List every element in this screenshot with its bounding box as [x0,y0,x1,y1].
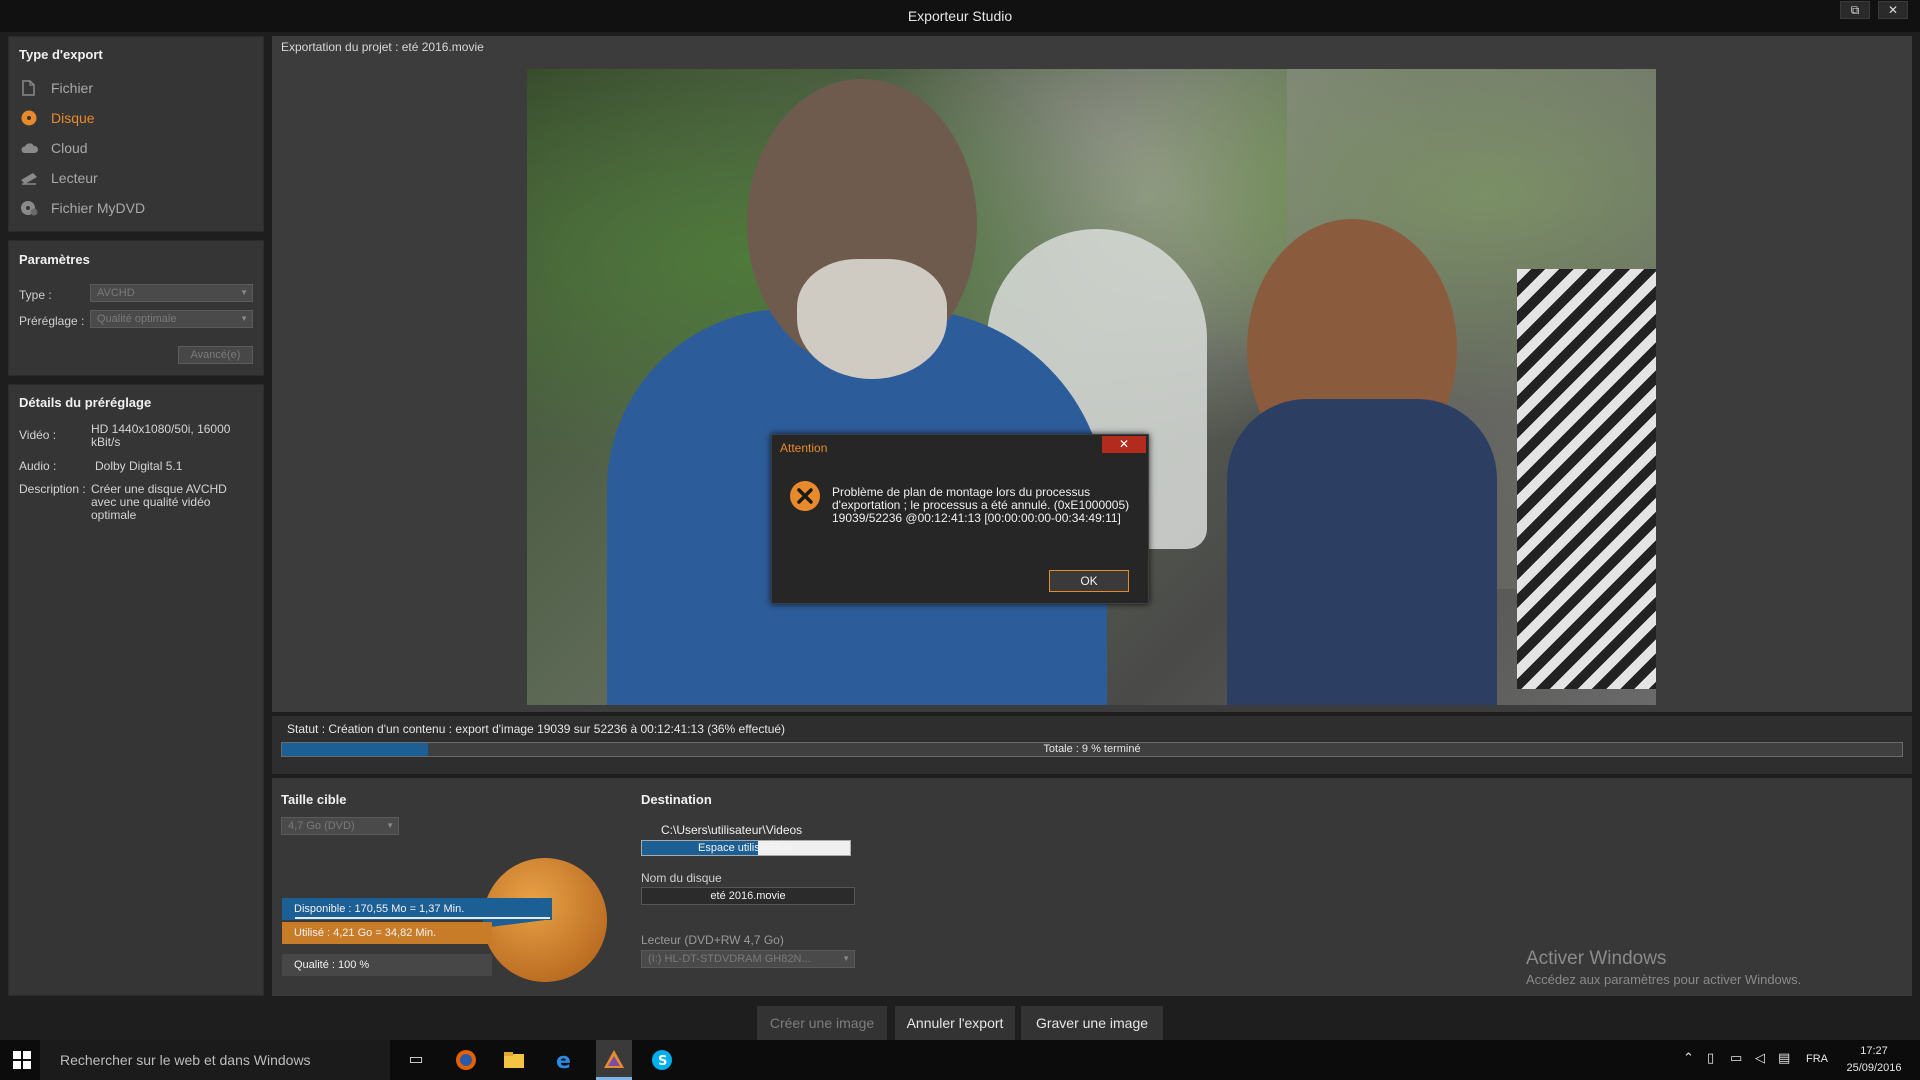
window-title: Exporteur Studio [907,8,1013,24]
dialog-title: Attention [780,441,828,455]
nav-label-device: Lecteur [51,170,98,186]
tray-time[interactable]: 17:27 [1844,1045,1904,1057]
svg-text:S: S [658,1054,667,1069]
type-label: Type : [19,288,52,302]
preset-select[interactable]: Qualité optimale ▼ [90,310,253,328]
target-size-select-value: 4,7 Go (DVD) [288,820,355,832]
video-label: Vidéo : [19,428,57,442]
target-size-title: Taille cible [281,792,347,807]
file-icon [22,80,35,96]
space-used-label: Espace utilisé 56 % [698,842,794,854]
available-underline [295,917,550,919]
project-label: Exportation du projet : eté 2016.movie [281,40,484,54]
parameters-title: Paramètres [19,252,90,267]
activate-windows-subtitle: Accédez aux paramètres pour activer Wind… [1526,972,1802,987]
drive-select-value: (I:) HL-DT-STDVDRAM GH82N... [648,953,811,965]
disc-name-label: Nom du disque [641,871,722,885]
dialog-message-line: 19039/52236 @00:12:41:13 [00:00:00:00-00… [832,511,1121,525]
export-type-title: Type d'export [19,47,103,62]
advanced-button[interactable]: Avancé(e) [178,346,253,364]
task-view-icon[interactable]: ▭ [402,1048,430,1072]
activate-windows-title: Activer Windows [1526,948,1667,969]
windows-start-icon[interactable] [12,1050,32,1070]
tray-volume-icon[interactable]: ◁ [1755,1050,1765,1066]
create-image-button[interactable]: Créer une image [757,1006,887,1040]
preset-details-panel [8,384,264,996]
drive-select[interactable]: (I:) HL-DT-STDVDRAM GH82N... ▼ [641,950,855,968]
nav-label-mydvd: Fichier MyDVD [51,200,146,216]
dialog-message: Problème de plan de montage lors du proc… [832,486,1142,525]
edge-icon[interactable]: e [550,1048,578,1074]
audio-label: Audio : [19,459,57,473]
chevron-down-icon: ▼ [240,288,248,297]
close-button[interactable]: ✕ [1878,1,1908,19]
nav-label-disc: Disque [51,110,95,126]
file-explorer-icon[interactable] [500,1048,528,1072]
nav-item-cloud[interactable]: Cloud [19,134,249,162]
device-icon [21,173,37,185]
tray-chevron-up-icon[interactable]: ⌃ [1683,1050,1694,1066]
mydvd-icon [21,201,38,216]
tray-network-icon[interactable]: ▭ [1730,1050,1742,1066]
chevron-down-icon: ▼ [842,954,850,963]
cancel-export-button[interactable]: Annuler l'export [895,1006,1015,1040]
used-legend: Utilisé : 4,21 Go = 34,82 Min. [282,922,492,944]
type-select-value: AVCHD [97,287,135,299]
error-icon [790,481,820,511]
chevron-down-icon: ▼ [386,821,394,830]
chevron-down-icon: ▼ [240,314,248,323]
disc-icon [21,110,37,126]
skype-icon[interactable]: S [648,1048,676,1072]
target-size-select[interactable]: 4,7 Go (DVD) ▼ [281,817,399,835]
nav-item-mydvd[interactable]: Fichier MyDVD [19,194,249,222]
type-select[interactable]: AVCHD ▼ [90,284,253,302]
cloud-icon [21,143,39,153]
preset-details-title: Détails du préréglage [19,395,152,410]
drive-label: Lecteur (DVD+RW 4,7 Go) [641,933,784,947]
dialog-close-button[interactable]: ✕ [1102,436,1146,453]
destination-title: Destination [641,792,712,807]
destination-path[interactable]: C:\Users\utilisateur\Videos [661,823,802,837]
nav-label-file: Fichier [51,80,94,96]
video-preview [527,69,1656,705]
svg-text:e: e [556,1049,571,1072]
disc-usage-pie [483,858,607,982]
burn-image-button[interactable]: Graver une image [1021,1006,1163,1040]
nav-item-disc[interactable]: Disque [19,104,249,132]
description-label: Description : [19,482,86,496]
dialog-ok-button[interactable]: OK [1049,570,1129,592]
firefox-icon[interactable] [452,1048,480,1072]
status-text: Statut : Création d'un contenu : export … [287,722,786,736]
preset-label: Préréglage : [19,314,85,328]
studio-app-icon[interactable] [596,1040,632,1080]
tray-date[interactable]: 25/09/2016 [1844,1062,1904,1074]
preset-select-value: Qualité optimale [97,313,177,325]
taskbar-search-placeholder: Rechercher sur le web et dans Windows [60,1052,311,1068]
total-progress-label: Totale : 9 % terminé [1043,743,1141,755]
disc-name-input[interactable]: eté 2016.movie [641,887,855,905]
quality-legend: Qualité : 100 % [282,954,492,976]
audio-value: Dolby Digital 5.1 [95,459,183,473]
description-value-3: optimale [91,508,137,522]
nav-label-cloud: Cloud [51,140,88,156]
tray-notification-icon[interactable]: ▤ [1778,1050,1790,1066]
nav-item-device[interactable]: Lecteur [19,164,249,192]
video-value-2: kBit/s [91,435,121,449]
restore-button[interactable]: ⧉ [1840,1,1870,19]
nav-item-file[interactable]: Fichier [19,74,249,102]
tray-language[interactable]: FRA [1806,1053,1828,1065]
tray-usb-icon[interactable]: ▯ [1707,1050,1714,1066]
